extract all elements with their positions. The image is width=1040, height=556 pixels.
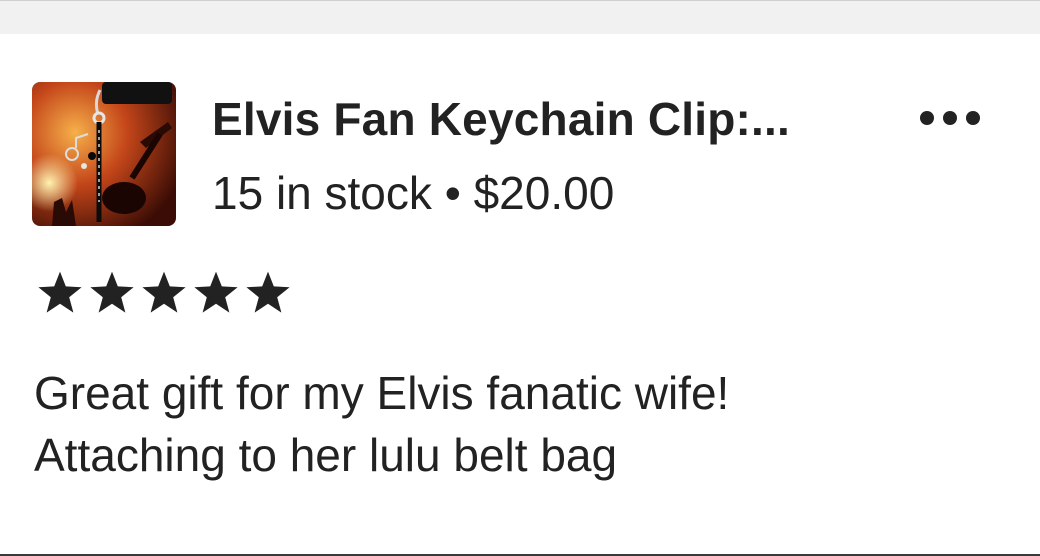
star-icon (88, 270, 136, 316)
star-icon (192, 270, 240, 316)
star-icon (244, 270, 292, 316)
listing-title[interactable]: Elvis Fan Keychain Clip:... (212, 92, 790, 146)
review-card: Elvis Fan Keychain Clip:... 15 in stock … (0, 34, 1040, 554)
product-photo (32, 82, 176, 226)
more-options-button[interactable] (912, 102, 988, 134)
product-thumbnail[interactable] (32, 82, 176, 226)
listing-price: $20.00 (473, 167, 615, 219)
star-rating (36, 270, 292, 316)
review-line: Great gift for my Elvis fanatic wife! (34, 367, 730, 419)
listing-meta: 15 in stock • $20.00 (212, 166, 614, 220)
stock-count: 15 in stock (212, 167, 432, 219)
star-icon (140, 270, 188, 316)
review-text: Great gift for my Elvis fanatic wife! At… (34, 362, 994, 486)
more-horizontal-icon (920, 111, 980, 125)
top-divider-bar (0, 0, 1040, 34)
review-line: Attaching to her lulu belt bag (34, 429, 618, 481)
meta-separator: • (444, 167, 461, 219)
star-icon (36, 270, 84, 316)
